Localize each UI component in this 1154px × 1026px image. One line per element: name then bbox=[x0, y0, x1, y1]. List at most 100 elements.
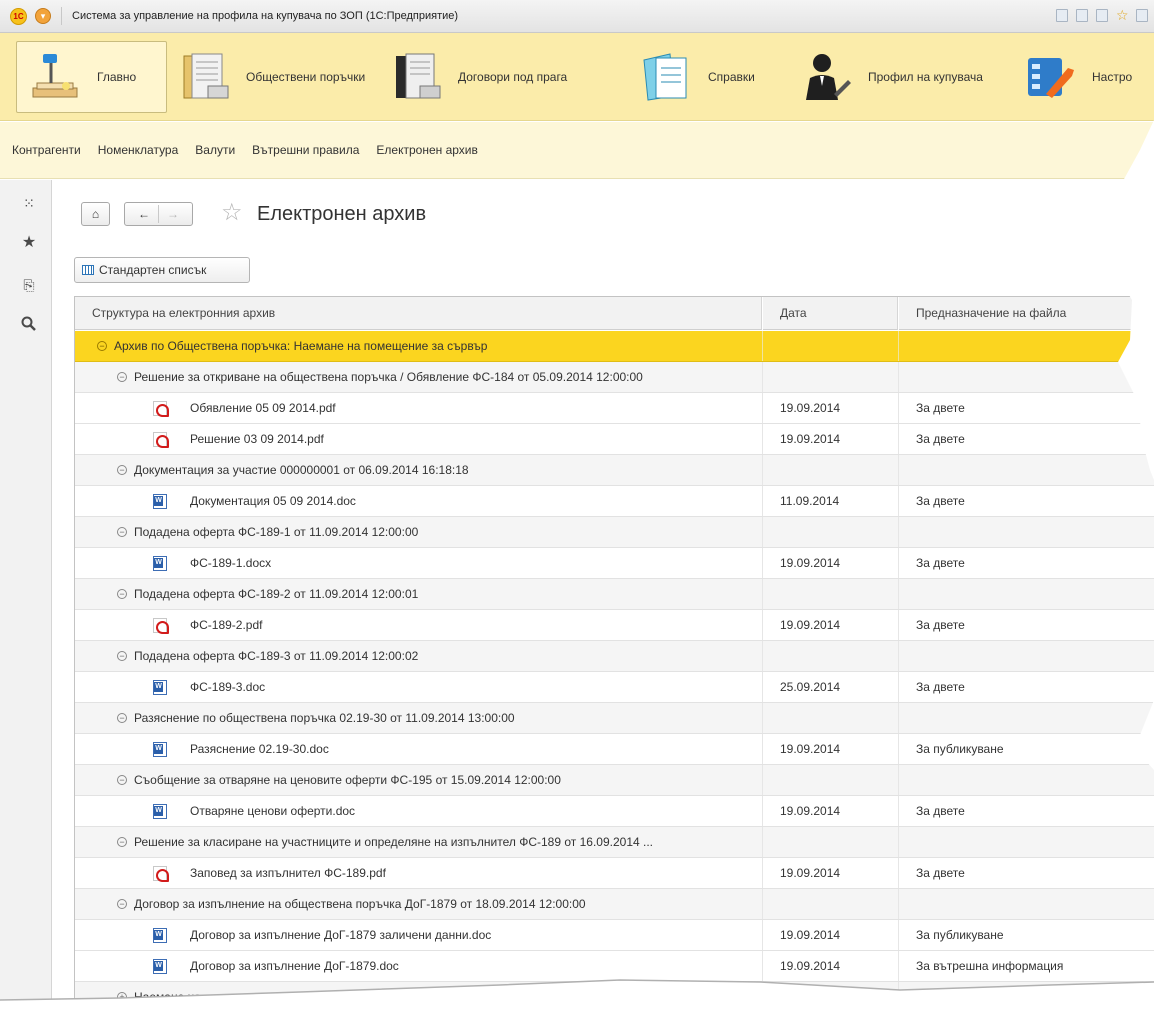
section-contracts-below-threshold[interactable]: Договори под прага bbox=[378, 41, 616, 113]
group-label: − Съобщение за отваряне на ценовите оферт… bbox=[75, 765, 761, 795]
column-divider bbox=[762, 734, 763, 764]
func-counterparties[interactable]: Контрагенти bbox=[12, 143, 81, 157]
collapse-toggle-icon[interactable]: − bbox=[117, 712, 127, 723]
column-divider bbox=[762, 858, 763, 888]
preview-icon[interactable] bbox=[1096, 9, 1108, 22]
table-row-group[interactable]: − Документация за участие 000000001 от 06… bbox=[75, 455, 1154, 486]
app-logo-icon[interactable]: 1С bbox=[10, 7, 27, 25]
table-row-file[interactable]: Договор за изпълнение ДоГ-1879 заличени … bbox=[75, 920, 1154, 951]
section-reports[interactable]: Справки bbox=[628, 41, 788, 113]
func-internal-rules[interactable]: Вътрешни правила bbox=[252, 143, 359, 157]
save-icon[interactable] bbox=[1056, 9, 1068, 22]
table-row-group[interactable]: − Решение за откриване на обществена поръ… bbox=[75, 362, 1154, 393]
column-divider bbox=[762, 393, 763, 423]
collapse-toggle-icon[interactable]: − bbox=[117, 774, 127, 785]
favorites-icon[interactable]: ★ bbox=[20, 234, 38, 252]
table-row-group[interactable]: − Подадена оферта ФС-189-1 от 11.09.2014 … bbox=[75, 517, 1154, 548]
row-purpose: За двете bbox=[916, 866, 965, 880]
table-row-file[interactable]: Разяснение 02.19-30.doc 19.09.2014 За публ… bbox=[75, 734, 1154, 765]
collapse-toggle-icon[interactable]: − bbox=[117, 650, 127, 661]
row-purpose: За публикуване bbox=[916, 928, 1004, 942]
table-row-file[interactable]: Заповед за изпълнител ФС-189.pdf 19.09.20… bbox=[75, 858, 1154, 889]
main-menu-icon[interactable]: ▾ bbox=[35, 8, 51, 24]
section-public-procurement[interactable]: Обществени поръчки bbox=[166, 41, 378, 113]
file-name: Отваряне ценови оферти.doc bbox=[190, 796, 760, 826]
archive-root-label: − Архив по Обществена поръчка: Наемане на… bbox=[75, 331, 761, 361]
column-header-purpose[interactable]: Предназначение на файла bbox=[899, 297, 1154, 330]
table-row-group[interactable]: − Решение за класиране на участниците и о… bbox=[75, 827, 1154, 858]
collapse-toggle-icon[interactable]: − bbox=[117, 898, 127, 909]
info-icon[interactable] bbox=[1136, 9, 1148, 22]
row-text: Съобщение за отваряне на ценовите оферти… bbox=[134, 773, 561, 787]
row-text: Разяснение по обществена поръчка 02.19-3… bbox=[134, 711, 515, 725]
section-settings[interactable]: Настро bbox=[1012, 41, 1154, 113]
section-main[interactable]: Главно bbox=[16, 41, 167, 113]
apps-grid-icon[interactable]: ⁙ bbox=[20, 194, 38, 212]
table-row-file[interactable]: Решение 03 09 2014.pdf 19.09.2014 За двете bbox=[75, 424, 1154, 455]
table-row-group[interactable]: − Разяснение по обществена поръчка 02.19-… bbox=[75, 703, 1154, 734]
row-text: Решение 03 09 2014.pdf bbox=[190, 432, 324, 446]
desk-lamp-icon bbox=[32, 54, 78, 98]
group-label: − Подадена оферта ФС-189-3 от 11.09.2014 … bbox=[75, 641, 761, 671]
file-name: Договор за изпълнение ДоГ-1879.doc bbox=[190, 951, 760, 981]
history-icon[interactable]: ⎘ bbox=[20, 276, 38, 294]
table-row-group[interactable]: − Подадена оферта ФС-189-2 от 11.09.2014 … bbox=[75, 579, 1154, 610]
section-buyer-profile[interactable]: Профил на купувача bbox=[788, 41, 1014, 113]
row-text: Заповед за изпълнител ФС-189.pdf bbox=[190, 866, 386, 880]
archive-tree-table[interactable]: Структура на електронния архив Дата Пред… bbox=[74, 296, 1154, 1026]
table-row-group[interactable]: + Наемане на помещение за сървър bbox=[75, 982, 1154, 1013]
standard-list-button[interactable]: Стандартен списък bbox=[74, 257, 250, 283]
func-currencies[interactable]: Валути bbox=[195, 143, 235, 157]
table-row-file[interactable]: ФС-189-1.docx 19.09.2014 За двете bbox=[75, 548, 1154, 579]
table-row-file[interactable]: ФС-189-2.pdf 19.09.2014 За двете bbox=[75, 610, 1154, 641]
collapse-toggle-icon[interactable]: − bbox=[117, 588, 127, 599]
column-divider bbox=[762, 517, 763, 547]
table-row-file[interactable]: Отваряне ценови оферти.doc 19.09.2014 За д… bbox=[75, 796, 1154, 827]
column-divider bbox=[762, 610, 763, 640]
collapse-toggle-icon[interactable]: − bbox=[97, 340, 107, 351]
forward-arrow-icon[interactable]: → bbox=[159, 207, 187, 221]
column-divider bbox=[762, 703, 763, 733]
navigation-buttons[interactable]: ← → bbox=[124, 202, 193, 226]
table-row-file[interactable]: ФС-189-3.doc 25.09.2014 За двете bbox=[75, 672, 1154, 703]
collapse-toggle-icon[interactable]: − bbox=[117, 371, 127, 382]
pdf-file-icon bbox=[153, 866, 169, 882]
column-header-date[interactable]: Дата bbox=[763, 297, 898, 330]
section-label-main: Главно bbox=[97, 70, 137, 84]
collapse-toggle-icon[interactable]: − bbox=[117, 526, 127, 537]
table-row-file[interactable]: Обявление 05 09 2014.pdf 19.09.2014 За две… bbox=[75, 393, 1154, 424]
add-to-favorites-star-icon[interactable]: ☆ bbox=[221, 198, 243, 227]
column-header-structure[interactable]: Структура на електронния архив bbox=[75, 297, 762, 330]
back-arrow-icon[interactable]: ← bbox=[130, 207, 158, 221]
func-electronic-archive[interactable]: Електронен архив bbox=[376, 143, 477, 157]
row-text: Наемане на помещение за сървър bbox=[134, 990, 328, 1004]
window-titlebar: 1С ▾ Система за управление на профила на… bbox=[0, 0, 1154, 33]
table-row-archive-root[interactable]: − Архив по Обществена поръчка: Наемане на… bbox=[75, 331, 1154, 362]
collapse-toggle-icon[interactable]: − bbox=[117, 836, 127, 847]
file-name: Обявление 05 09 2014.pdf bbox=[190, 393, 760, 423]
column-divider bbox=[762, 765, 763, 795]
table-row-group[interactable]: − Договор за изпълнение на обществена пор… bbox=[75, 889, 1154, 920]
favorites-star-icon[interactable]: ☆ bbox=[1116, 8, 1129, 22]
word-file-icon bbox=[153, 742, 167, 757]
row-text: Обявление 05 09 2014.pdf bbox=[190, 401, 336, 415]
row-purpose bbox=[916, 362, 1146, 392]
function-panel: Контрагенти Номенклатура Валути Вътрешни… bbox=[0, 122, 1154, 179]
row-purpose: За двете bbox=[916, 804, 965, 818]
home-button[interactable]: ⌂ bbox=[81, 202, 110, 226]
table-row-group[interactable]: − Подадена оферта ФС-189-3 от 11.09.2014 … bbox=[75, 641, 1154, 672]
group-label: − Подадена оферта ФС-189-2 от 11.09.2014 … bbox=[75, 579, 761, 609]
collapse-toggle-icon[interactable]: − bbox=[117, 464, 127, 475]
file-name: Разяснение 02.19-30.doc bbox=[190, 734, 760, 764]
row-purpose bbox=[916, 579, 1146, 609]
table-row-group[interactable]: − Съобщение за отваряне на ценовите оферт… bbox=[75, 765, 1154, 796]
table-row-file[interactable]: Документация 05 09 2014.doc 11.09.2014 За … bbox=[75, 486, 1154, 517]
row-purpose bbox=[916, 703, 1146, 733]
row-purpose: За двете bbox=[916, 432, 965, 446]
file-name: Договор за изпълнение ДоГ-1879 заличени … bbox=[190, 920, 760, 950]
func-nomenclature[interactable]: Номенклатура bbox=[98, 143, 179, 157]
expand-toggle-icon[interactable]: + bbox=[117, 991, 127, 1002]
print-icon[interactable] bbox=[1076, 9, 1088, 22]
table-row-file[interactable]: Договор за изпълнение ДоГ-1879.doc 19.09.… bbox=[75, 951, 1154, 982]
search-icon[interactable] bbox=[20, 316, 38, 334]
